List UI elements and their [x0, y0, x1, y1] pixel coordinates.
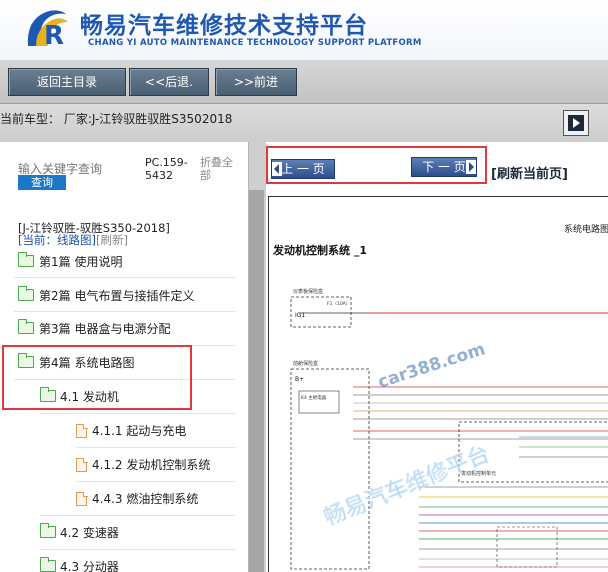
document-icon — [76, 423, 88, 438]
highlight-box — [266, 146, 487, 184]
folder-icon — [39, 523, 56, 538]
highlight-box — [2, 345, 192, 410]
divider — [40, 515, 236, 516]
divider — [40, 413, 236, 414]
diagram-title: 发动机控制系统 _1 — [273, 244, 367, 257]
divider — [76, 447, 236, 448]
bplus-label: B+ — [295, 376, 304, 383]
back-button[interactable]: <<后退. — [129, 68, 209, 96]
scrollbar-thumb[interactable] — [249, 190, 264, 572]
tree-item-fuel-control[interactable]: 4.4.3 燃油控制系统 — [76, 489, 238, 509]
k4-label: K4 主继电器 — [301, 394, 327, 401]
divider — [40, 549, 236, 550]
tree-item-label: 4.2 变速器 — [60, 526, 119, 540]
svg-text:R: R — [44, 21, 64, 51]
folder-icon — [39, 557, 56, 572]
engine-fuse-label: 前舱保险盒 — [293, 360, 318, 367]
refresh-link[interactable]: [刷新] — [96, 233, 128, 247]
tree-item-part2[interactable]: 第2篇 电气布置与接插件定义 — [17, 286, 238, 306]
current-model-bar: 当前车型： 厂家:J-江铃驭胜驭胜S3502018 — [0, 104, 608, 142]
current-view-label: [当前：线路图] — [18, 233, 96, 247]
tree-item-transfer-case[interactable]: 4.3 分动器 — [39, 557, 238, 572]
folder-icon — [17, 252, 34, 267]
collapse-all-link[interactable]: 折叠全部 — [200, 156, 240, 182]
forward-button[interactable]: >>前进 — [215, 68, 297, 96]
app-header: R 畅易汽车维修技术支持平台 CHANG YI AUTO MAINTENANCE… — [0, 0, 608, 60]
app-subtitle: CHANG YI AUTO MAINTENANCE TECHNOLOGY SUP… — [88, 38, 422, 48]
diagram-caption: 系统电路图 — [564, 225, 608, 235]
tree-item-label: 4.4.3 燃油控制系统 — [92, 492, 199, 506]
tree-item-part3[interactable]: 第3篇 电器盒与电源分配 — [17, 319, 238, 339]
arrow-right-icon — [568, 115, 584, 131]
tree-item-label: 4.3 分动器 — [60, 560, 119, 572]
current-view-row: [当前：线路图][刷新] — [18, 232, 128, 248]
logo-icon: R — [27, 10, 68, 51]
divider — [14, 311, 236, 312]
current-model-text: 当前车型： 厂家:J-江铃驭胜驭胜S3502018 — [0, 112, 233, 126]
folder-icon — [17, 319, 34, 334]
pc-code: PC.159-5432 — [145, 156, 188, 182]
tree-item-label: 第1篇 使用说明 — [39, 255, 123, 269]
document-icon — [76, 491, 88, 506]
tree-item-label: 4.1.1 起动与充电 — [92, 424, 187, 438]
divider — [76, 481, 236, 482]
ig1-label: IG1 — [295, 312, 305, 319]
document-icon — [76, 457, 88, 472]
tree-item-engine-control[interactable]: 4.1.2 发动机控制系统 — [76, 455, 238, 475]
tree-item-label: 4.1.2 发动机控制系统 — [92, 458, 211, 472]
panel-fuse-label: 仪表板保险盒 — [293, 288, 323, 295]
divider — [14, 277, 236, 278]
tree-item-label: 第3篇 电器盒与电源分配 — [39, 322, 171, 336]
panel-toggle-button[interactable] — [563, 110, 589, 136]
refresh-page-link[interactable]: [刷新当前页] — [491, 163, 568, 182]
tree-item-label: 第2篇 电气布置与接插件定义 — [39, 289, 195, 303]
tree-item-transmission[interactable]: 4.2 变速器 — [39, 523, 238, 543]
navigation-bar: 返回主目录 <<后退. >>前进 — [0, 60, 608, 104]
folder-icon — [17, 286, 34, 301]
home-button[interactable]: 返回主目录 — [8, 68, 126, 96]
fuse-f1-label: F1（10A） — [327, 301, 350, 307]
tree-item-start-charge[interactable]: 4.1.1 起动与充电 — [76, 421, 238, 441]
ecu-label: 发动机控制单元 — [461, 470, 496, 477]
app-title: 畅易汽车维修技术支持平台 — [80, 13, 368, 39]
search-button[interactable]: 查询 — [18, 175, 66, 190]
tree-item-part1[interactable]: 第1篇 使用说明 — [17, 252, 238, 272]
